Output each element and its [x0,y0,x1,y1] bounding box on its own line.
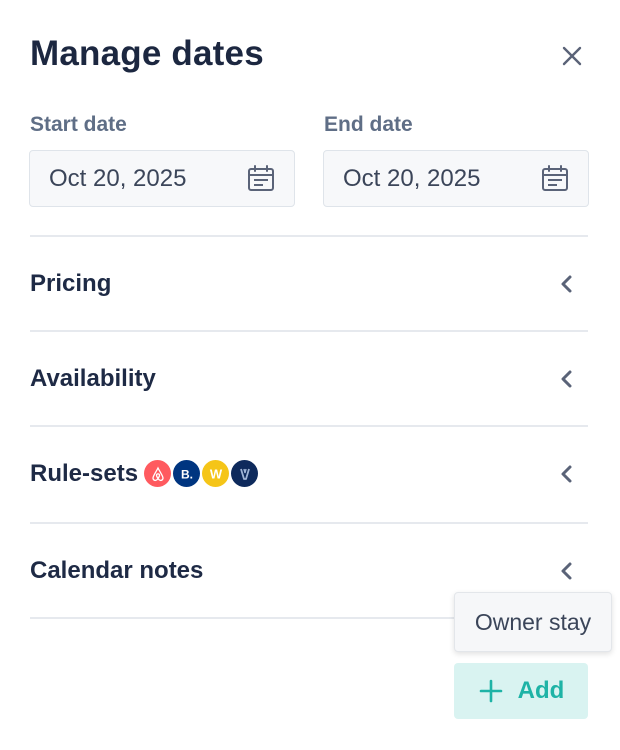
chevron-left-icon [561,370,572,387]
section-rule-sets[interactable]: Rule-sets B. W [30,427,588,520]
section-label: Rule-sets [30,459,139,487]
start-date-value: Oct 20, 2025 [49,164,187,192]
add-button[interactable]: Add [454,663,588,719]
calendar-icon[interactable] [540,164,570,194]
w-channel-icon: W [202,460,230,487]
end-date-label: End date [324,113,413,136]
chevron-left-icon [561,562,572,579]
section-availability[interactable]: Availability [30,332,588,425]
page-title: Manage dates [30,34,264,73]
vrbo-icon [231,460,259,487]
close-button[interactable] [556,40,588,72]
section-label: Availability [30,364,156,392]
chevron-left-icon [561,465,572,482]
section-label: Calendar notes [30,556,204,584]
channel-icons: B. W [144,460,259,487]
close-icon [562,46,582,66]
w-glyph: W [209,466,222,481]
section-title-group: Rule-sets B. W [30,459,259,488]
booking-glyph: B. [181,467,193,481]
airbnb-icon [144,460,172,487]
calendar-icon[interactable] [246,164,276,194]
section-pricing[interactable]: Pricing [30,237,588,330]
start-date-label: Start date [30,113,127,136]
booking-icon: B. [173,460,201,487]
chevron-left-icon [561,275,572,292]
owner-stay-option[interactable]: Owner stay [454,592,612,652]
end-date-field[interactable]: Oct 20, 2025 [323,150,589,207]
end-date-value: Oct 20, 2025 [343,164,481,192]
manage-dates-panel: Manage dates Start date End date Oct 20,… [0,0,620,750]
plus-icon [479,679,502,703]
section-label: Pricing [30,269,112,297]
add-button-label: Add [517,677,565,704]
start-date-field[interactable]: Oct 20, 2025 [29,150,295,207]
